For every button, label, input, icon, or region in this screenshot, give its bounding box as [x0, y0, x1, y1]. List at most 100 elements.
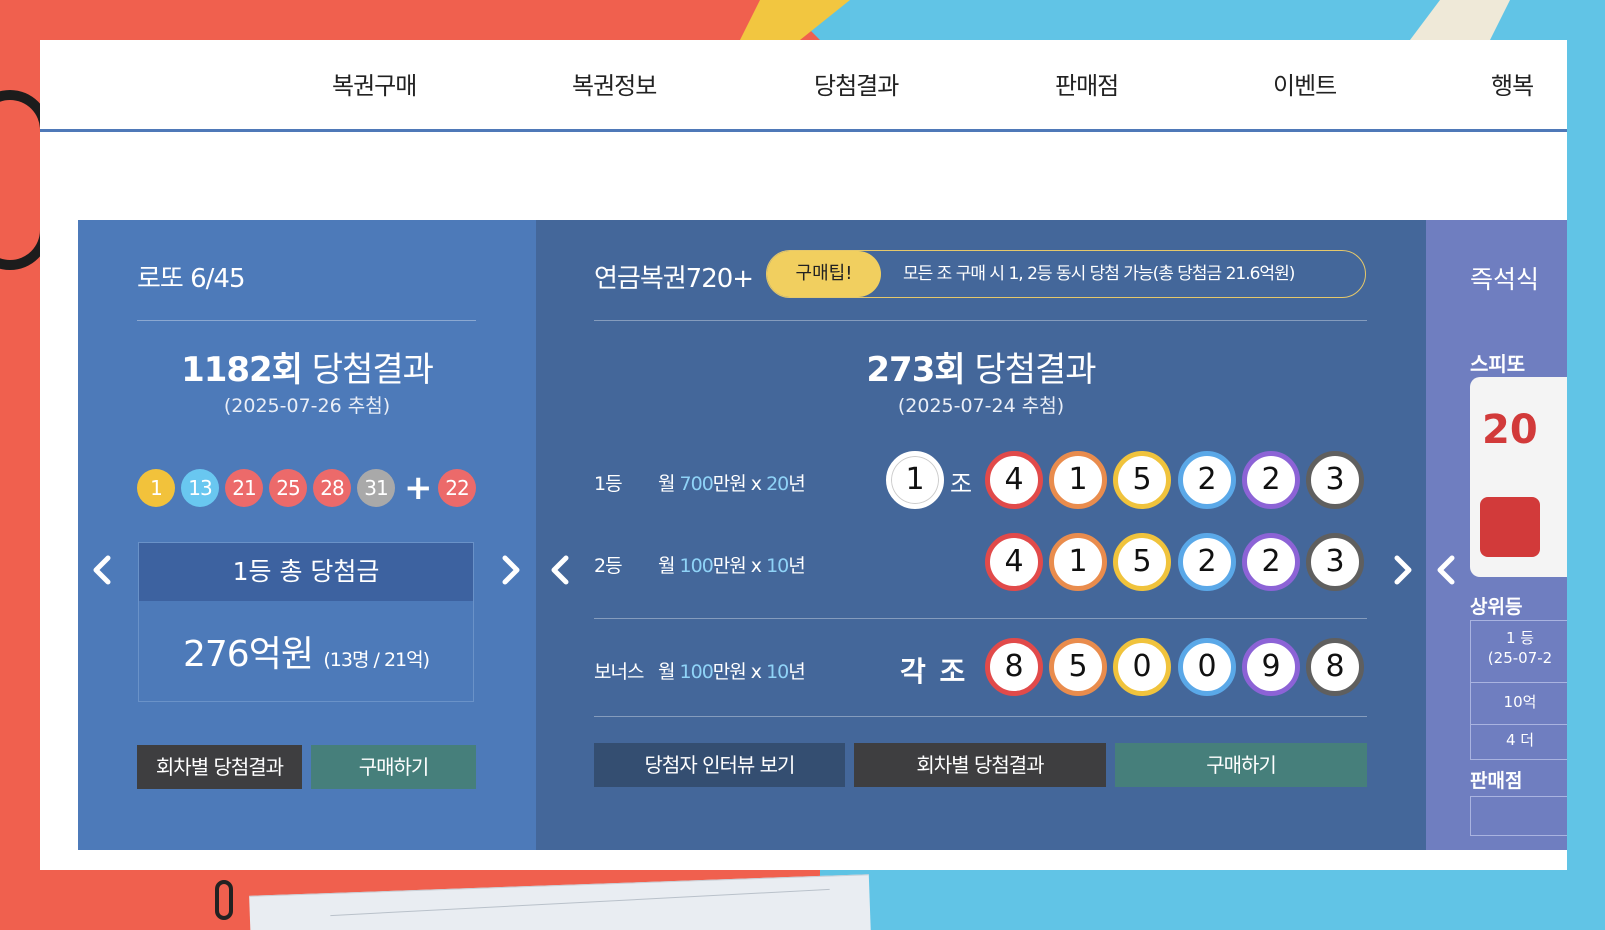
main-panel: 복권구매 복권정보 당첨결과 판매점 이벤트 행복 로또 6/45 1182회 …	[40, 40, 1567, 870]
pension-next-arrow[interactable]	[1387, 550, 1417, 590]
tip-badge: 구매팁!	[767, 251, 881, 297]
lotto-draw-date: (2025-07-26 추첨)	[223, 395, 391, 417]
lotto-ball: 28	[313, 469, 351, 507]
rank1-group-ball: 1	[886, 451, 944, 509]
rank2-desc: 월 100만원 x 10년	[658, 551, 806, 578]
nav-item-events[interactable]: 이벤트	[1273, 66, 1337, 101]
bonus-number-ball: 9	[1242, 638, 1300, 696]
pension-buy-button[interactable]: 구매하기	[1115, 743, 1367, 787]
pension-round-title: 273회 당첨결과	[536, 342, 1426, 391]
rank1-number-ball: 1	[1049, 451, 1107, 509]
lotto-ball: 1	[137, 469, 175, 507]
nav-item-happy[interactable]: 행복	[1491, 66, 1534, 101]
bonus-amount: 100	[679, 661, 714, 683]
rank1-label: 1등	[594, 473, 623, 495]
instant-prev-arrow[interactable]	[1432, 550, 1462, 590]
lotto-ball: 25	[269, 469, 307, 507]
bonus-number-ball: 8	[985, 638, 1043, 696]
chevron-left-icon	[551, 555, 569, 585]
lotto-prev-arrow[interactable]	[88, 550, 118, 590]
lotto-round-suffix: 당첨결과	[301, 350, 434, 390]
top-nav: 복권구매 복권정보 당첨결과 판매점 이벤트 행복	[40, 40, 1567, 132]
divider	[594, 716, 1367, 717]
pension-prev-arrow[interactable]	[546, 550, 576, 590]
pension-round-number: 273회	[866, 350, 965, 390]
bonus-desc-post: 년	[788, 661, 806, 683]
instant-store-box	[1470, 796, 1567, 836]
pension-title: 연금복권720+	[594, 264, 754, 294]
pension-card: 연금복권720+ 구매팁! 모든 조 구매 시 1, 2등 동시 당첨 가능(총…	[536, 220, 1426, 850]
rank2-number-ball: 2	[1242, 533, 1300, 591]
nav-item-buy-lottery[interactable]: 복권구매	[332, 66, 417, 101]
rank2-label: 2등	[594, 555, 623, 577]
lotto-next-arrow[interactable]	[495, 550, 525, 590]
lotto-ball: 13	[181, 469, 219, 507]
lotto-prize-box: 1등 총 당첨금 276억원 (13명 / 21억)	[138, 542, 474, 702]
lotto-prize-label: 1등 총 당첨금	[139, 543, 473, 601]
nav-item-results[interactable]: 당첨결과	[814, 66, 899, 101]
bonus-number-ball: 5	[1049, 638, 1107, 696]
instant-subtitle: 스피또	[1470, 352, 1526, 376]
rank2-amount: 100	[679, 555, 714, 577]
bonus-number-ball: 8	[1306, 638, 1364, 696]
lotto-results-button[interactable]: 회차별 당첨결과	[137, 745, 302, 789]
rank1-number-ball: 3	[1306, 451, 1364, 509]
rank1-number-ball: 2	[1178, 451, 1236, 509]
instant-ticket-graphic	[1480, 497, 1540, 557]
lotto-ball: 31	[357, 469, 395, 507]
instant-ticket-text: 20	[1482, 407, 1538, 453]
instant-table-cell: 4 더	[1505, 731, 1535, 749]
tip-text: 모든 조 구매 시 1, 2등 동시 당첨 가능(총 당첨금 21.6억원)	[903, 264, 1295, 284]
background-spiral	[215, 880, 233, 920]
bonus-desc-mid: 만원 x	[712, 661, 767, 683]
instant-section-stores: 판매점	[1470, 770, 1523, 792]
bonus-desc-pre: 월	[658, 661, 680, 683]
bonus-number-ball: 0	[1113, 638, 1171, 696]
lotto-prize-amount-line: 276억원 (13명 / 21억)	[139, 625, 473, 677]
chevron-right-icon	[1394, 555, 1412, 585]
bonus-label: 보너스	[594, 661, 644, 683]
rank2-years: 10	[766, 555, 789, 577]
instant-table-cell: (25-07-2	[1471, 649, 1567, 683]
rank2-desc-pre: 월	[658, 555, 680, 577]
rank1-desc-mid: 만원 x	[712, 473, 767, 495]
bonus-group-text: 각 조	[900, 655, 968, 688]
plus-sign: +	[404, 468, 433, 508]
bonus-years: 10	[766, 661, 789, 683]
rank2-number-ball: 3	[1306, 533, 1364, 591]
bonus-desc: 월 100만원 x 10년	[658, 657, 806, 684]
chevron-left-icon	[93, 555, 111, 585]
rank1-desc-pre: 월	[658, 473, 680, 495]
lotto-prize-detail: (13명 / 21억)	[323, 649, 430, 671]
winner-interview-button[interactable]: 당첨자 인터뷰 보기	[594, 743, 845, 787]
purchase-tip: 구매팁! 모든 조 구매 시 1, 2등 동시 당첨 가능(총 당첨금 21.6…	[766, 250, 1366, 298]
pension-round-suffix: 당첨결과	[964, 350, 1096, 390]
results-slider: 로또 6/45 1182회 당첨결과 (2025-07-26 추첨) 1 13 …	[78, 220, 1567, 850]
instant-card: 즉석식 스피또 20 상위등 1 등 (25-07-2 10억 4 더 판매점	[1426, 220, 1567, 850]
rank1-number-ball: 2	[1242, 451, 1300, 509]
rank2-number-ball: 4	[985, 533, 1043, 591]
lotto-title: 로또 6/45	[137, 264, 245, 294]
lotto-bonus-ball: 22	[438, 469, 476, 507]
nav-item-lottery-info[interactable]: 복권정보	[572, 66, 657, 101]
lotto-buy-button[interactable]: 구매하기	[311, 745, 476, 789]
rank2-number-ball: 1	[1049, 533, 1107, 591]
rank2-number-ball: 2	[1178, 533, 1236, 591]
rank1-desc: 월 700만원 x 20년	[658, 469, 806, 496]
lotto-prize-amount: 276억원	[182, 634, 314, 675]
instant-table: 1 등 (25-07-2 10억 4 더	[1470, 620, 1567, 760]
rank1-desc-post: 년	[788, 473, 806, 495]
rank1-group-suffix: 조	[950, 470, 973, 498]
nav-item-stores[interactable]: 판매점	[1055, 66, 1119, 101]
pension-draw-date: (2025-07-24 추첨)	[897, 395, 1065, 417]
lotto-ball: 21	[225, 469, 263, 507]
instant-ticket-image[interactable]: 20	[1470, 377, 1567, 577]
rank2-number-ball: 5	[1113, 533, 1171, 591]
lotto-card: 로또 6/45 1182회 당첨결과 (2025-07-26 추첨) 1 13 …	[78, 220, 536, 850]
instant-section-top: 상위등	[1470, 596, 1523, 618]
rank1-number-ball: 4	[985, 451, 1043, 509]
rank1-years: 20	[766, 473, 789, 495]
divider	[594, 320, 1367, 321]
pension-results-button[interactable]: 회차별 당첨결과	[854, 743, 1106, 787]
chevron-right-icon	[502, 555, 520, 585]
